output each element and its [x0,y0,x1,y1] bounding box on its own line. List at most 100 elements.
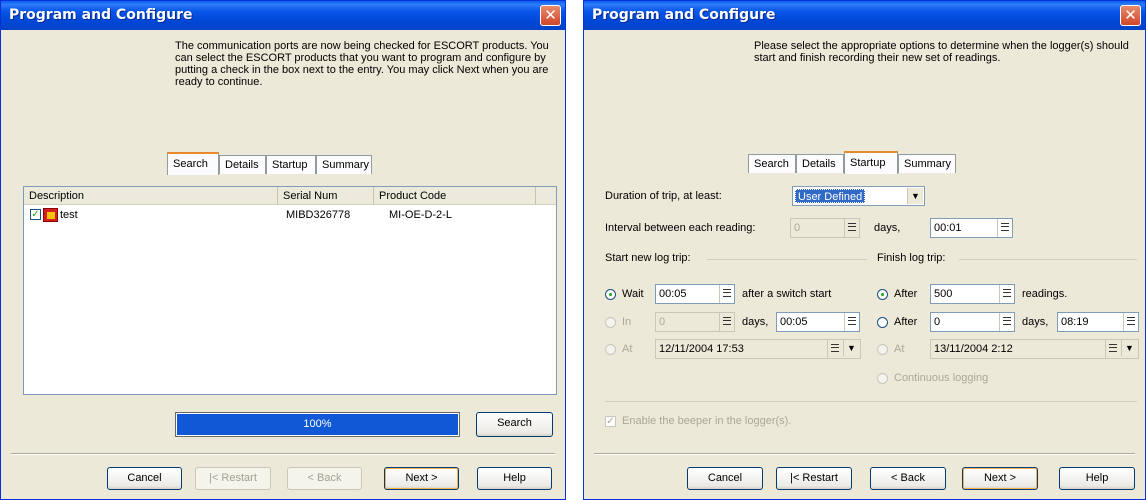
spinner-icon[interactable] [844,313,859,331]
help-button[interactable]: Help [1059,467,1135,490]
interval-label: Interval between each reading: [605,222,756,234]
finish-days-field[interactable]: 0 [930,312,1015,332]
start-in-time-field[interactable]: 00:05 [776,312,860,332]
program-configure-dialog-startup: Program and Configure ✕ Please select th… [583,0,1146,500]
finish-at-radio[interactable] [877,344,888,355]
spinner-icon[interactable] [999,313,1014,331]
tab-startup[interactable]: Startup [266,155,316,174]
restart-button[interactable]: |< Restart [776,467,852,490]
close-button[interactable]: ✕ [1120,5,1141,26]
finish-after-readings-label: After [894,288,918,300]
finish-after-days-radio[interactable] [877,317,888,328]
finish-readings-suffix: readings. [1022,288,1068,300]
finish-group-label: Finish log trip: [877,252,946,264]
spinner-icon[interactable] [1123,313,1138,331]
tab-startup[interactable]: Startup [844,151,898,174]
spinner-icon[interactable] [719,313,734,331]
finish-readings-field[interactable]: 500 [930,284,1015,304]
search-progress-bar: 100% [175,412,460,437]
column-header-description[interactable]: Description [24,187,278,205]
spinner-icon[interactable] [719,285,734,303]
spinner-icon[interactable] [997,219,1012,237]
start-wait-suffix: after a switch start [742,288,832,300]
chevron-down-icon[interactable]: ▼ [1121,340,1137,356]
continuous-logging-radio[interactable] [877,373,888,384]
search-button[interactable]: Search [476,412,553,437]
interval-time-value: 00:01 [934,222,962,234]
start-wait-field[interactable]: 00:05 [655,284,735,304]
finish-time-field[interactable]: 08:19 [1057,312,1139,332]
start-in-radio[interactable] [605,317,616,328]
divider [605,401,1137,402]
start-at-datetime-field[interactable]: 12/11/2004 17:53 ▼ [655,339,861,359]
spinner-icon[interactable] [827,340,842,358]
chevron-down-icon[interactable]: ▼ [843,340,859,356]
tab-details[interactable]: Details [796,154,844,173]
interval-days-unit: days, [874,222,901,234]
tab-summary[interactable]: Summary [316,155,372,174]
intro-text: Please select the appropriate options to… [754,40,1129,64]
tab-strip: Search Details Startup Summary [748,151,978,174]
start-at-label: At [622,343,633,355]
start-in-days-unit: days, [742,316,769,328]
column-header-serial[interactable]: Serial Num [278,187,374,205]
close-button[interactable]: ✕ [540,5,561,26]
start-in-days-field[interactable]: 0 [655,312,735,332]
finish-at-datetime-field[interactable]: 13/11/2004 2:12 ▼ [930,339,1139,359]
divider [594,453,1135,455]
duration-label: Duration of trip, at least: [605,190,722,202]
finish-after-readings-radio[interactable] [877,289,888,300]
start-wait-value: 00:05 [659,288,687,300]
restart-button[interactable]: |< Restart [195,467,271,490]
start-wait-radio[interactable] [605,289,616,300]
start-wait-label: Wait [622,288,644,300]
help-button[interactable]: Help [477,467,552,490]
escort-device-icon [43,208,58,222]
finish-at-label: At [894,343,905,355]
chevron-down-icon[interactable]: ▼ [907,188,923,204]
beeper-checkbox[interactable]: ✓ [605,416,616,427]
column-header-product-code[interactable]: Product Code [374,187,536,205]
divider [11,453,555,455]
start-in-days-value: 0 [659,316,666,328]
divider [707,259,867,260]
tab-summary[interactable]: Summary [898,154,956,173]
tab-search[interactable]: Search [167,152,219,175]
finish-after-days-label: After [894,316,918,328]
cancel-button[interactable]: Cancel [107,467,182,490]
finish-days-value: 0 [934,316,941,328]
divider [959,259,1137,260]
spinner-icon[interactable] [844,219,859,237]
intro-text: The communication ports are now being ch… [175,40,549,88]
title-bar[interactable]: Program and Configure [584,1,1145,30]
finish-time-value: 08:19 [1061,316,1089,328]
tab-details[interactable]: Details [219,155,266,174]
row-description: test [60,209,78,221]
start-in-label: In [622,316,632,328]
duration-select[interactable]: User Defined ▼ [792,186,925,206]
title-bar[interactable]: Program and Configure [1,1,565,30]
device-list[interactable]: Description Serial Num Product Code ✓ te… [23,186,557,395]
beeper-label: Enable the beeper in the logger(s). [622,415,792,427]
back-button[interactable]: < Back [287,467,362,490]
interval-days-field[interactable]: 0 [790,218,860,238]
dialog-title: Program and Configure [592,7,776,23]
finish-days-unit: days, [1022,316,1049,328]
start-at-radio[interactable] [605,344,616,355]
table-row[interactable]: ✓ test MIBD326778 MI-OE-D-2-L [24,207,556,223]
start-in-time-value: 00:05 [780,316,808,328]
spinner-icon[interactable] [999,285,1014,303]
next-button[interactable]: Next > [384,467,459,490]
dialog-title: Program and Configure [9,7,193,23]
cancel-button[interactable]: Cancel [687,467,763,490]
finish-readings-value: 500 [934,288,953,300]
start-group-label: Start new log trip: [605,252,691,264]
tab-search[interactable]: Search [748,154,796,173]
next-button[interactable]: Next > [962,467,1038,490]
back-button[interactable]: < Back [870,467,946,490]
row-checkbox[interactable]: ✓ [30,209,41,220]
list-header: Description Serial Num Product Code [24,187,556,205]
spinner-icon[interactable] [1105,340,1120,358]
interval-time-field[interactable]: 00:01 [930,218,1013,238]
tab-strip: Search Details Startup Summary [167,152,397,175]
